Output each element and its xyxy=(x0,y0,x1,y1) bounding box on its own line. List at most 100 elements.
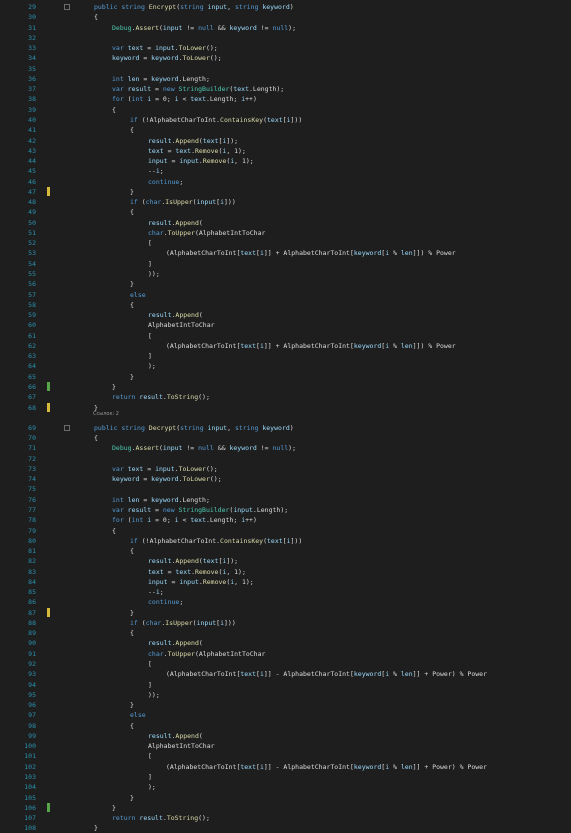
code-line[interactable]: 52 [ xyxy=(0,238,571,248)
code-line[interactable]: 35 xyxy=(0,64,571,74)
code-line[interactable]: 78 for (int i = 0; i < text.Length; i++) xyxy=(0,515,571,525)
code-line[interactable]: 70 { xyxy=(0,433,571,443)
code-line[interactable]: 101 [ xyxy=(0,751,571,761)
code-line[interactable]: 74 keyword = keyword.ToLower(); xyxy=(0,474,571,484)
code-line[interactable]: 100 AlphabetIntToChar xyxy=(0,741,571,751)
code-line[interactable]: 89 { xyxy=(0,628,571,638)
code-token: ]] + AlphabetCharToInt[ xyxy=(263,249,354,258)
code-line[interactable]: 30 { xyxy=(0,12,571,22)
code-token: input xyxy=(179,157,199,166)
code-line[interactable]: 93 (AlphabetCharToInt[text[i]] - Alphabet… xyxy=(0,669,571,679)
code-line[interactable]: 87} xyxy=(0,607,571,618)
code-line[interactable]: 29 public string Encrypt(string input, st… xyxy=(0,2,571,12)
code-line[interactable]: 64); xyxy=(0,361,571,371)
code-line[interactable]: 48 if (char.IsUpper(input[i])) xyxy=(0,197,571,207)
code-line[interactable]: 54] xyxy=(0,259,571,269)
code-line[interactable]: 57 else xyxy=(0,290,571,300)
code-editor[interactable]: 29 public string Encrypt(string input, st… xyxy=(0,0,571,832)
code-line[interactable]: 77 var result = new StringBuilder(input.L… xyxy=(0,505,571,515)
code-line[interactable]: 66} xyxy=(0,381,571,392)
code-line[interactable]: 95)); xyxy=(0,690,571,700)
code-line[interactable]: 94] xyxy=(0,680,571,690)
code-line[interactable]: 65} xyxy=(0,372,571,382)
code-line[interactable]: 81 { xyxy=(0,546,571,556)
code-line[interactable]: 60 AlphabetIntToChar xyxy=(0,320,571,330)
code-line[interactable]: 44 input = input.Remove(i, 1); xyxy=(0,156,571,166)
code-line[interactable]: 31 Debug.Assert(input != null && keyword … xyxy=(0,23,571,33)
code-line[interactable]: 53 (AlphabetCharToInt[text[i]] + Alphabet… xyxy=(0,248,571,258)
line-number: 49 xyxy=(28,208,36,217)
code-line[interactable]: 58 { xyxy=(0,300,571,310)
code-line[interactable]: 71 Debug.Assert(input != null && keyword … xyxy=(0,443,571,453)
code-token: result xyxy=(127,505,152,514)
code-line[interactable]: 76 int len = keyword.Length; xyxy=(0,495,571,505)
line-number: 74 xyxy=(28,475,36,484)
code-line[interactable]: 106} xyxy=(0,802,571,813)
code-line[interactable]: 83 text = text.Remove(i, 1); xyxy=(0,567,571,577)
code-line[interactable]: 108} xyxy=(0,823,571,833)
code-line[interactable]: 82 result.Append(text[i]); xyxy=(0,556,571,566)
line-number: 57 xyxy=(28,290,36,299)
code-line[interactable]: 43 text = text.Remove(i, 1); xyxy=(0,146,571,156)
code-line[interactable]: 99 result.Append( xyxy=(0,731,571,741)
code-line[interactable]: 49 { xyxy=(0,207,571,217)
codelens-references[interactable]: Ссылок: 2 xyxy=(93,410,119,418)
code-line[interactable]: 46 continue; xyxy=(0,177,571,187)
code-line[interactable]: 75 xyxy=(0,484,571,494)
code-line[interactable]: 73 var text = input.ToLower(); xyxy=(0,464,571,474)
code-line[interactable]: 63] xyxy=(0,351,571,361)
code-line[interactable]: 84 input = input.Remove(i, 1); xyxy=(0,577,571,587)
code-line[interactable]: 72 xyxy=(0,454,571,464)
code-line[interactable]: 50 result.Append( xyxy=(0,218,571,228)
code-line[interactable]: 85 --i; xyxy=(0,587,571,597)
code-token: text xyxy=(233,85,249,94)
code-line[interactable]: 80 if (!AlphabetCharToInt.ContainsKey(tex… xyxy=(0,536,571,546)
code-token: = xyxy=(163,146,176,155)
code-line[interactable]: 37 var result = new StringBuilder(text.Le… xyxy=(0,84,571,94)
code-line[interactable]: 45 --i; xyxy=(0,166,571,176)
code-line[interactable]: 36 int len = keyword.Length; xyxy=(0,74,571,84)
code-line[interactable]: 98 { xyxy=(0,721,571,731)
code-line[interactable]: 40 if (!AlphabetCharToInt.ContainsKey(tex… xyxy=(0,115,571,125)
code-line[interactable]: 104); xyxy=(0,782,571,792)
code-line[interactable]: 105} xyxy=(0,793,571,803)
code-line[interactable]: 103] xyxy=(0,772,571,782)
code-token: keyword xyxy=(151,475,179,484)
collapse-icon[interactable] xyxy=(64,424,70,431)
code-line[interactable]: 59 result.Append( xyxy=(0,310,571,320)
code-token: .Length; xyxy=(178,495,210,504)
code-line[interactable]: 56} xyxy=(0,279,571,289)
code-token: len xyxy=(127,495,140,504)
code-line[interactable]: 34 keyword = keyword.ToLower(); xyxy=(0,53,571,63)
code-line[interactable]: 96} xyxy=(0,700,571,710)
code-line[interactable]: 91 char.ToUpper(AlphabetIntToChar xyxy=(0,649,571,659)
code-line[interactable]: 32 xyxy=(0,33,571,43)
code-line[interactable]: 38 for (int i = 0; i < text.Length; i++) xyxy=(0,94,571,104)
code-line[interactable]: 67 return result.ToString(); xyxy=(0,392,571,402)
code-token: ])) xyxy=(290,115,303,124)
code-token: Decrypt xyxy=(148,423,177,432)
code-token: AlphabetIntToChar xyxy=(148,321,215,330)
code-line[interactable]: 62 (AlphabetCharToInt[text[i]] + Alphabet… xyxy=(0,341,571,351)
code-line[interactable]: 90 result.Append( xyxy=(0,638,571,648)
code-line[interactable]: 42 result.Append(text[i]); xyxy=(0,136,571,146)
code-line[interactable]: 69 public string Decrypt(string input, st… xyxy=(0,423,571,433)
code-line[interactable]: 86 continue; xyxy=(0,597,571,607)
code-line[interactable]: 51 char.ToUpper(AlphabetIntToChar xyxy=(0,228,571,238)
code-token: int xyxy=(112,74,128,83)
code-line[interactable]: 68} xyxy=(0,402,571,413)
collapse-icon[interactable] xyxy=(64,4,70,10)
code-line[interactable]: 92 [ xyxy=(0,659,571,669)
code-token: input xyxy=(155,464,175,473)
code-line[interactable]: 41 { xyxy=(0,125,571,135)
code-line[interactable]: 107 return result.ToString(); xyxy=(0,813,571,823)
code-line[interactable]: 55)); xyxy=(0,269,571,279)
code-line[interactable]: 39 { xyxy=(0,105,571,115)
code-line[interactable]: 79 { xyxy=(0,526,571,536)
code-line[interactable]: 61 [ xyxy=(0,331,571,341)
code-line[interactable]: 33 var text = input.ToLower(); xyxy=(0,43,571,53)
code-line[interactable]: 88 if (char.IsUpper(input[i])) xyxy=(0,618,571,628)
code-line[interactable]: 97 else xyxy=(0,710,571,720)
code-line[interactable]: 47} xyxy=(0,186,571,197)
code-line[interactable]: 102 (AlphabetCharToInt[text[i]] - Alphabe… xyxy=(0,762,571,772)
